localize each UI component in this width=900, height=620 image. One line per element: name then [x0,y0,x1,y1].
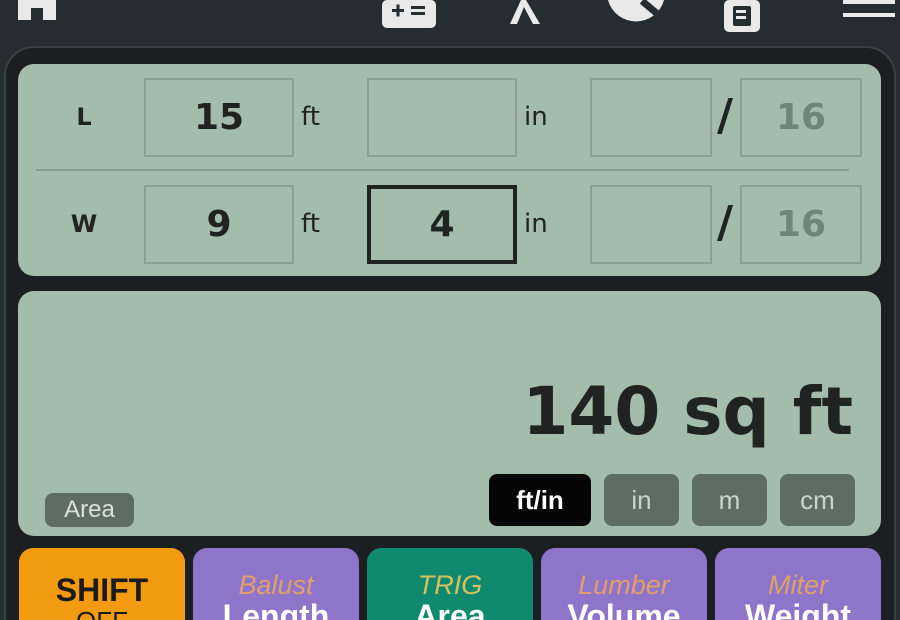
length-inches-unit: in [524,102,548,132]
result-display: 140 sq ft Area ft/in in m cm [18,291,881,536]
width-fraction-numerator-field[interactable] [590,185,712,264]
length-fraction-denominator-field[interactable]: 16 [740,78,862,157]
area-key[interactable]: TRIG Area [367,548,533,620]
volume-key-secondary: Lumber [578,570,670,600]
unit-button-in[interactable]: in [604,474,679,526]
width-row-label: W [70,210,98,238]
lambda-icon[interactable] [504,0,544,26]
home-icon[interactable] [12,0,62,26]
length-key[interactable]: Balust Length [193,548,359,620]
unit-button-m[interactable]: m [692,474,767,526]
row-divider [36,169,849,171]
weight-key[interactable]: Miter Weight [715,548,881,620]
width-fraction-slash: / [717,197,734,248]
area-key-secondary: TRIG [417,570,483,600]
unit-button-ft-in[interactable]: ft/in [489,474,591,526]
volume-key[interactable]: Lumber Volume [541,548,707,620]
weight-key-label: Weight [744,598,852,620]
length-fraction-slash: / [717,90,734,141]
length-feet-unit: ft [301,102,320,132]
width-feet-unit: ft [301,209,320,239]
length-key-secondary: Balust [238,570,314,600]
width-inches-unit: in [524,209,548,239]
shift-key-label: SHIFT [55,572,149,608]
width-fraction-denominator-field[interactable]: 16 [740,185,862,264]
area-key-label: Area [414,598,486,620]
length-feet-field[interactable]: 15 [144,78,294,157]
width-inches-field[interactable]: 4 [367,185,517,264]
menu-icon[interactable] [843,0,895,20]
length-key-label: Length [222,598,330,620]
length-inches-field[interactable] [367,78,517,157]
length-row-label: L [76,103,92,131]
shift-key-state: OFF [19,606,185,620]
length-fraction-numerator-field[interactable] [590,78,712,157]
unit-button-cm[interactable]: cm [780,474,855,526]
result-value: 140 sq ft [522,373,853,450]
mode-badge: Area [45,493,134,527]
width-feet-field[interactable]: 9 [144,185,294,264]
calculator-add-icon[interactable] [382,0,436,30]
notes-icon[interactable] [724,0,764,34]
volume-key-label: Volume [567,598,681,620]
shift-key[interactable]: SHIFT OFF [19,548,185,620]
weight-key-secondary: Miter [768,570,828,600]
search-icon[interactable] [606,0,666,30]
